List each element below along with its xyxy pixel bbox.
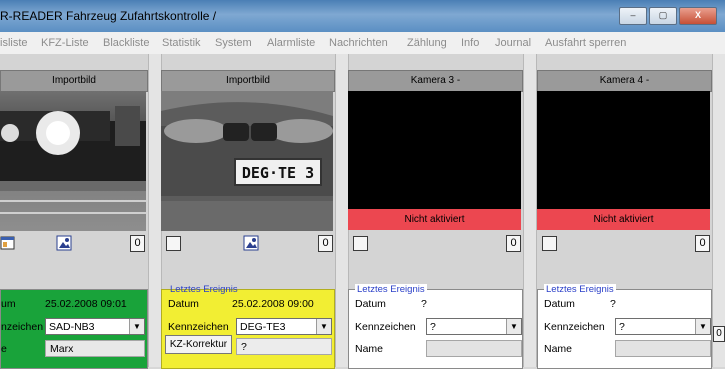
camera-3-image[interactable] <box>348 91 521 209</box>
title-bar: R-READER Fahrzeug Zufahrtskontrolle / – … <box>0 0 725 32</box>
datum-label: Datum <box>168 298 199 310</box>
camera-2-controls: 0 <box>161 232 333 254</box>
camera-1-header: Importbild <box>0 70 148 92</box>
camera-2-header: Importbild <box>161 70 335 92</box>
datum-value: 25.02.2008 09:01 <box>45 298 127 310</box>
kennzeichen-select[interactable]: ? ▼ <box>426 318 522 335</box>
datum-label: Datum <box>355 298 386 310</box>
menu-item-system[interactable]: System <box>215 37 252 49</box>
camera-2-counter: 0 <box>318 235 333 252</box>
camera-3-status: Nicht aktiviert <box>348 209 521 230</box>
camera-4-image[interactable] <box>537 91 710 209</box>
event-box-3: Letztes Ereignis Datum ? Kennzeichen ? ▼… <box>348 284 523 369</box>
snapshot-icon[interactable] <box>56 235 72 251</box>
camera-2-image[interactable]: DEG·TE 3 <box>161 91 333 231</box>
kennzeichen-label: Kennzeichen <box>544 321 605 333</box>
camera-2-checkbox[interactable] <box>166 236 181 251</box>
event-box-2: Letztes Ereignis Datum 25.02.2008 09:00 … <box>161 284 335 369</box>
kennzeichen-label: Kennzeichen <box>355 321 416 333</box>
kennzeichen-label: Kennzeichen <box>168 321 229 333</box>
datum-value: 25.02.2008 09:00 <box>232 298 314 310</box>
event-legend: Letztes Ereignis <box>544 284 616 295</box>
minimize-button[interactable]: – <box>619 7 647 25</box>
kennzeichen-value: ? <box>619 321 625 333</box>
name-label: Name <box>544 343 573 355</box>
camera-3-header: Kamera 3 - <box>348 70 523 92</box>
chevron-down-icon: ▼ <box>129 319 144 334</box>
maximize-button[interactable]: ▢ <box>649 7 677 25</box>
kennzeichen-label: nzeichen <box>1 321 44 333</box>
plate-text: DEG·TE 3 <box>241 164 315 182</box>
camera-4-header: Kamera 4 - <box>537 70 712 92</box>
menu-item-statistik[interactable]: Statistik <box>162 37 201 49</box>
panel-separator <box>712 54 725 367</box>
camera-1-controls: 0 <box>0 232 146 254</box>
menu-item-alarmliste[interactable]: Alarmliste <box>267 37 315 49</box>
snapshot-icon[interactable] <box>243 235 259 251</box>
menu-item-info[interactable]: Info <box>461 37 479 49</box>
kz-korrektur-button[interactable]: KZ-Korrektur <box>165 335 232 354</box>
scroll-indicator[interactable]: 0 <box>713 326 725 342</box>
menu-item-nachrichten[interactable]: Nachrichten <box>329 37 388 49</box>
camera-1-image[interactable] <box>0 91 146 231</box>
menu-item-kfz-liste[interactable]: KFZ-Liste <box>41 37 89 49</box>
camera-4-status: Nicht aktiviert <box>537 209 710 230</box>
camera-4-controls: 0 <box>537 232 710 254</box>
camera-4-checkbox[interactable] <box>542 236 557 251</box>
kennzeichen-select[interactable]: ? ▼ <box>615 318 711 335</box>
chevron-down-icon: ▼ <box>316 319 331 334</box>
menu-item-blackliste[interactable]: Blackliste <box>103 37 149 49</box>
chevron-down-icon: ▼ <box>695 319 710 334</box>
name-label: Name <box>355 343 384 355</box>
chevron-down-icon: ▼ <box>506 319 521 334</box>
datum-value: ? <box>421 298 427 310</box>
kennzeichen-value: SAD-NB3 <box>49 321 95 333</box>
window-controls: – ▢ X <box>619 7 717 25</box>
event-box-4: Letztes Ereignis Datum ? Kennzeichen ? ▼… <box>537 284 712 369</box>
menu-item-aktionsliste[interactable]: isliste <box>0 37 28 49</box>
datum-label: Datum <box>544 298 575 310</box>
menu-item-ausfahrt-sperren[interactable]: Ausfahrt sperren <box>545 37 626 49</box>
camera-3-controls: 0 <box>348 232 521 254</box>
menu-item-zaehlung[interactable]: Zählung <box>407 37 447 49</box>
close-button[interactable]: X <box>679 7 717 25</box>
datum-value: ? <box>610 298 616 310</box>
name-field[interactable] <box>426 340 522 357</box>
kennzeichen-value: ? <box>430 321 436 333</box>
datum-label: um <box>1 298 16 310</box>
window-title: R-READER Fahrzeug Zufahrtskontrolle / <box>0 9 217 23</box>
camera-3-checkbox[interactable] <box>353 236 368 251</box>
name-field[interactable]: ? <box>236 338 332 355</box>
event-legend: Letztes Ereignis <box>355 284 427 295</box>
name-field[interactable]: Marx <box>45 340 145 357</box>
car-headlight-image <box>0 106 146 231</box>
kennzeichen-select[interactable]: DEG-TE3 ▼ <box>236 318 332 335</box>
panel-separator <box>523 54 537 367</box>
menu-bar: isliste KFZ-Liste Blackliste Statistik S… <box>0 32 725 55</box>
camera-4-counter: 0 <box>695 235 710 252</box>
camera-1-counter: 0 <box>130 235 145 252</box>
camera-3-counter: 0 <box>506 235 521 252</box>
menu-item-journal[interactable]: Journal <box>495 37 531 49</box>
event-box-1: um 25.02.2008 09:01 nzeichen SAD-NB3 ▼ e… <box>0 289 148 369</box>
panel-separator <box>335 54 349 367</box>
name-label: e <box>1 343 7 355</box>
panel-separator <box>148 54 162 367</box>
event-legend: Letztes Ereignis <box>170 284 238 295</box>
name-field[interactable] <box>615 340 711 357</box>
camera-settings-icon[interactable] <box>0 235 16 251</box>
kennzeichen-value: DEG-TE3 <box>240 321 286 333</box>
kennzeichen-select[interactable]: SAD-NB3 ▼ <box>45 318 145 335</box>
